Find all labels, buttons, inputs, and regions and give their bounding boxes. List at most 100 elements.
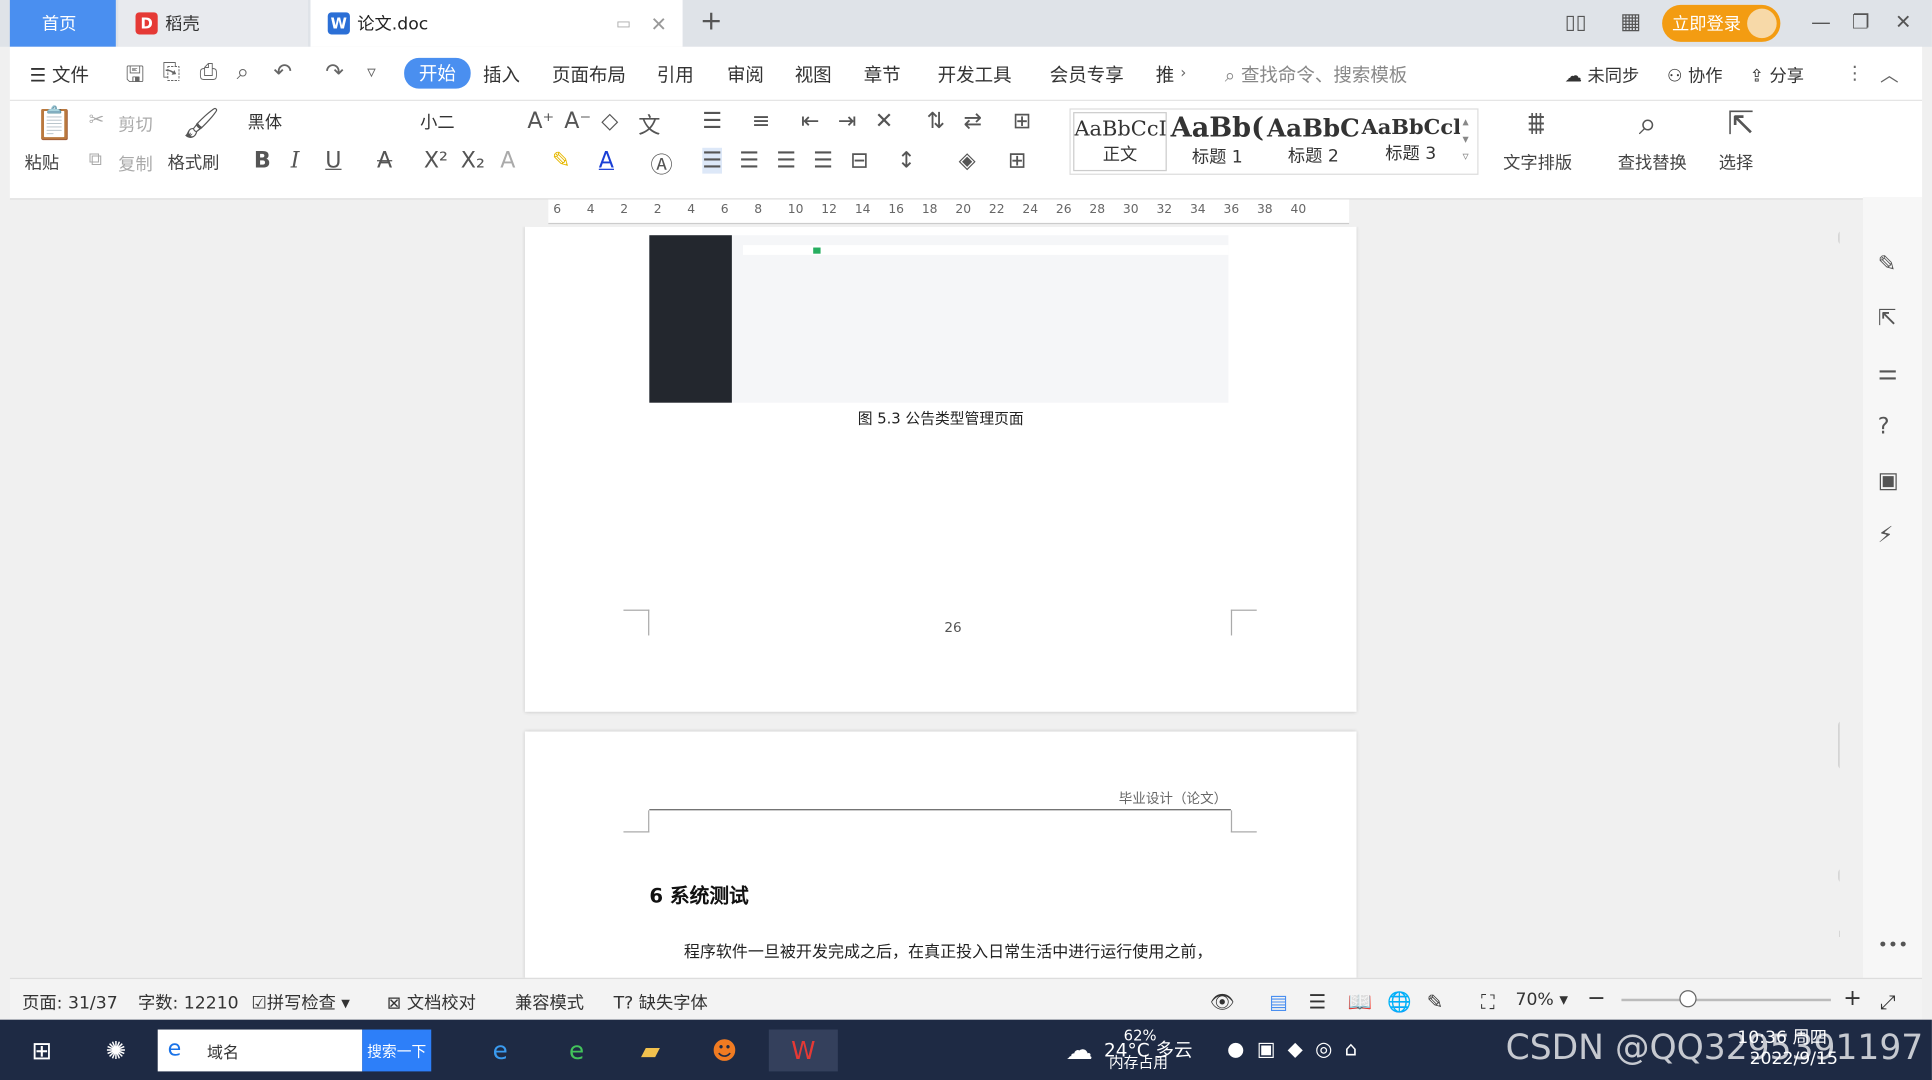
apps-grid-icon[interactable]: ▦ (1620, 9, 1641, 35)
font-name-select[interactable]: 黑体 (240, 107, 413, 137)
distribute-icon[interactable]: ⊟ (850, 148, 869, 174)
collab-button[interactable]: ⚇ 协作 (1667, 63, 1722, 88)
text-direction-icon[interactable]: ⇄ (964, 108, 983, 134)
share-button[interactable]: ⇪ 分享 (1750, 63, 1804, 88)
menu-more-icon[interactable]: › (1180, 64, 1186, 81)
line-spacing-icon[interactable]: ↕ (897, 148, 916, 174)
zoom-slider-thumb[interactable] (1679, 990, 1697, 1008)
command-search[interactable]: ⌕ 查找命令、搜索模板 (1225, 62, 1408, 88)
tray-icons[interactable]: ●▣◆◎⌂ (1227, 1037, 1369, 1060)
menu-developer[interactable]: 开发工具 (938, 62, 1012, 88)
decrease-indent-icon[interactable]: ⇤ (801, 108, 820, 134)
style-scroll-icon[interactable]: ▴ ▾ ▿ (1463, 115, 1469, 167)
vertical-scrollbar[interactable]: ⇞▫⇟ (1837, 229, 1840, 978)
more-options-icon[interactable]: ⋮ (1846, 62, 1864, 84)
text-effect-icon[interactable]: A (500, 148, 515, 174)
app-game-icon[interactable]: ☻ (700, 1030, 749, 1072)
char-border-icon[interactable]: Ⓐ (651, 148, 673, 180)
tab-float-icon[interactable]: ▭ (616, 14, 631, 32)
menu-references[interactable]: 引用 (657, 62, 694, 88)
layout-icon[interactable]: ▯▯ (1565, 10, 1587, 33)
windows-start-icon[interactable]: ⊞ (17, 1030, 66, 1072)
more-quick-access-icon[interactable]: ▿ (367, 63, 376, 83)
strikethrough-icon[interactable]: A (377, 148, 392, 174)
new-tab-button[interactable]: + (700, 6, 723, 37)
save-icon[interactable]: 🖫 (126, 59, 145, 96)
menu-review[interactable]: 审阅 (727, 62, 764, 88)
menu-insert[interactable]: 插入 (483, 62, 520, 88)
pointer-icon[interactable]: ⇱ (1878, 305, 1897, 331)
export-pdf-icon[interactable]: ⎘ (163, 59, 181, 85)
reading-view-icon[interactable]: 📖 (1348, 990, 1373, 1013)
grow-font-icon[interactable]: A⁺ (527, 108, 554, 134)
shrink-font-icon[interactable]: A⁻ (564, 108, 591, 134)
spell-check-button[interactable]: ☑拼写检查 ▾ (251, 990, 350, 1015)
align-right-icon[interactable]: ☰ (776, 148, 796, 174)
justify-icon[interactable]: ☰ (813, 148, 833, 174)
font-size-select[interactable]: 小二 (412, 107, 517, 137)
cut-button[interactable]: 剪切 (118, 112, 152, 137)
show-marks-icon[interactable]: ⊞ (1013, 108, 1032, 134)
chinese-layout-icon[interactable]: ✕ (875, 108, 894, 134)
app-s-icon[interactable]: ✺ (91, 1030, 140, 1072)
document-canvas[interactable]: 图 5.3 公告类型管理页面 26 毕业设计（论文） 6 系统测试 程序软件一旦… (9, 226, 1840, 978)
zoom-slider[interactable] (1621, 998, 1831, 1002)
login-button[interactable]: 立即登录 (1662, 4, 1781, 42)
phonetic-icon[interactable]: 文 (638, 108, 660, 140)
missing-font-button[interactable]: T? 缺失字体 (614, 990, 708, 1015)
file-explorer-icon[interactable]: ▰ (626, 1030, 675, 1072)
fullscreen-icon[interactable]: ⤢ (1880, 990, 1896, 1015)
scroll-down-icon[interactable] (1838, 866, 1840, 885)
page-indicator[interactable]: 页面: 31/37 (22, 990, 118, 1015)
find-replace-button[interactable]: 查找替换 (1618, 150, 1687, 175)
scroll-up-icon[interactable] (1838, 229, 1840, 247)
borders-icon[interactable]: ⊞ (1008, 148, 1027, 174)
style-heading2[interactable]: AaBbC 标题 2 (1265, 112, 1361, 171)
browser-360-icon[interactable]: e (552, 1030, 601, 1072)
sync-button[interactable]: ☁ 未同步 (1565, 63, 1639, 88)
tab-home[interactable]: 首页 (9, 0, 116, 47)
ai-icon[interactable]: ⚡ (1878, 522, 1894, 548)
align-center-icon[interactable]: ☰ (739, 148, 759, 174)
doc-proof-button[interactable]: ⊠ 文档校对 (387, 990, 476, 1015)
numbered-list-icon[interactable]: ≡ (752, 108, 771, 134)
redo-icon[interactable]: ↷ (325, 59, 344, 85)
sort-icon[interactable]: ⇅ (927, 108, 946, 134)
undo-icon[interactable]: ↶ (274, 59, 293, 85)
page-nav-icons[interactable]: ⇞▫⇟ (1838, 894, 1839, 975)
minimize-icon[interactable]: — (1811, 10, 1831, 33)
style-heading3[interactable]: AaBbCcl 标题 3 (1361, 112, 1460, 171)
eye-protection-icon[interactable]: 👁 (1210, 990, 1235, 1013)
help-icon[interactable]: ? (1878, 414, 1890, 440)
word-count[interactable]: 字数: 12210 (138, 990, 239, 1015)
shading-icon[interactable]: ◈ (959, 148, 976, 174)
bold-icon[interactable]: B (254, 148, 271, 174)
settings-sliders-icon[interactable]: ⚌ (1878, 360, 1898, 386)
taskbar-search-input[interactable]: e 域名 (157, 1029, 363, 1072)
file-menu[interactable]: ☰ 文件 (30, 62, 89, 88)
highlight-icon[interactable]: ✎ (552, 148, 571, 174)
zoom-level[interactable]: 70% ▾ (1515, 990, 1567, 1010)
copy-button[interactable]: 复制 (118, 151, 152, 176)
paste-icon[interactable]: 📋 (34, 106, 74, 143)
page-view-icon[interactable]: ▤ (1269, 990, 1288, 1013)
subscript-icon[interactable]: X₂ (461, 148, 485, 174)
outline-view-icon[interactable]: ☰ (1308, 990, 1326, 1013)
style-normal[interactable]: AaBbCcI 正文 (1073, 112, 1167, 172)
edit-pen-icon[interactable]: ✎ (1878, 251, 1897, 277)
menu-chapter[interactable]: 章节 (864, 62, 901, 88)
print-preview-icon[interactable]: ⌕ (237, 59, 249, 85)
tab-close-icon[interactable]: ✕ (651, 12, 668, 35)
italic-icon[interactable]: I (291, 148, 300, 174)
paste-button[interactable]: 粘贴 (25, 150, 59, 175)
taskbar-search-button[interactable]: 搜索一下 (362, 1029, 432, 1072)
ie-browser-icon[interactable]: e (476, 1030, 525, 1072)
align-left-icon[interactable]: ☰ (702, 147, 723, 174)
ruler-bar[interactable]: 6 4 2 2 4 6 8 10 12 14 16 18 20 22 24 26 28 30 32 34 36 38 40 (548, 199, 1350, 225)
wps-taskbar-icon[interactable]: W (768, 1029, 838, 1072)
zoom-in-icon[interactable]: + (1843, 985, 1862, 1011)
scrollbar-thumb[interactable] (1838, 719, 1840, 771)
restore-icon[interactable]: ❐ (1852, 10, 1870, 33)
menu-home[interactable]: 开始 (404, 57, 471, 89)
select-button[interactable]: 选择 (1719, 150, 1753, 175)
